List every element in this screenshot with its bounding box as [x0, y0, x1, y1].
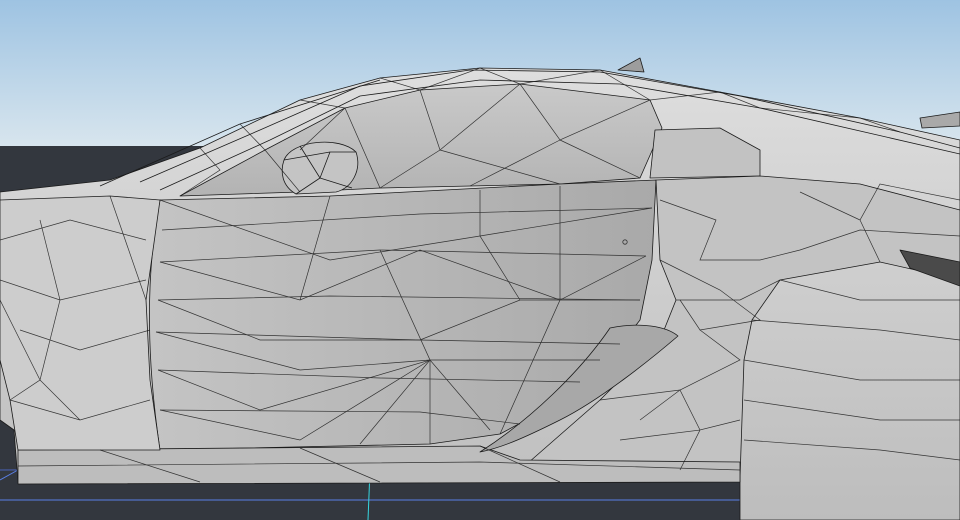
3d-viewport[interactable] [0, 0, 960, 520]
front-fender [0, 195, 161, 451]
viewport-scene[interactable] [0, 0, 960, 520]
